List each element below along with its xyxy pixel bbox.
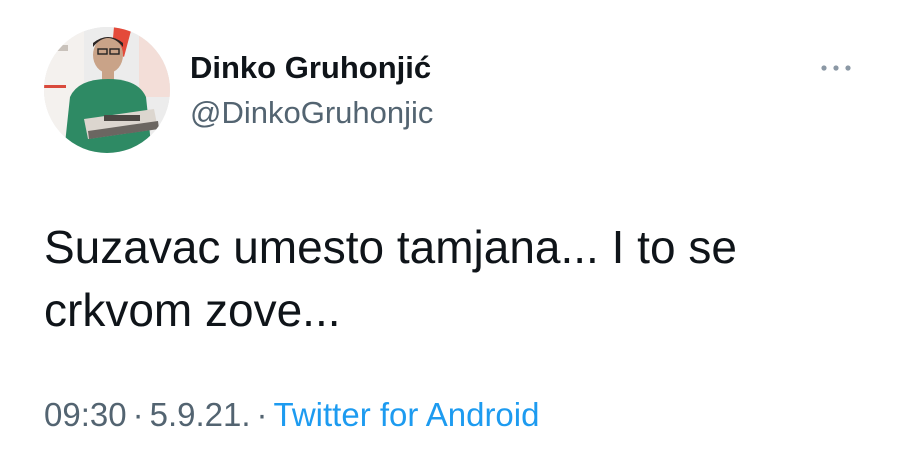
tweet-text-line: Suzavac umesto tamjana... I to se — [44, 221, 737, 273]
meta-separator: · — [132, 396, 144, 433]
tweet-date[interactable]: 5.9.21. — [150, 396, 251, 433]
tweet-text: Suzavac umesto tamjana... I to se crkvom… — [44, 216, 864, 342]
tweet-card: Dinko Gruhonjić @DinkoGruhonjic Suzavac … — [0, 0, 900, 467]
avatar[interactable] — [44, 27, 170, 153]
tweet-source-link[interactable]: Twitter for Android — [274, 396, 540, 433]
more-options-button[interactable] — [814, 54, 858, 82]
author-handle[interactable]: @DinkoGruhonjic — [190, 95, 433, 131]
tweet-meta: 09:30 · 5.9.21. · Twitter for Android — [44, 395, 539, 435]
more-horizontal-icon — [821, 65, 851, 71]
meta-separator: · — [256, 396, 268, 433]
author-display-name[interactable]: Dinko Gruhonjić — [190, 50, 431, 86]
profile-photo — [44, 27, 170, 153]
tweet-time[interactable]: 09:30 — [44, 396, 127, 433]
tweet-text-line: crkvom zove... — [44, 284, 341, 336]
